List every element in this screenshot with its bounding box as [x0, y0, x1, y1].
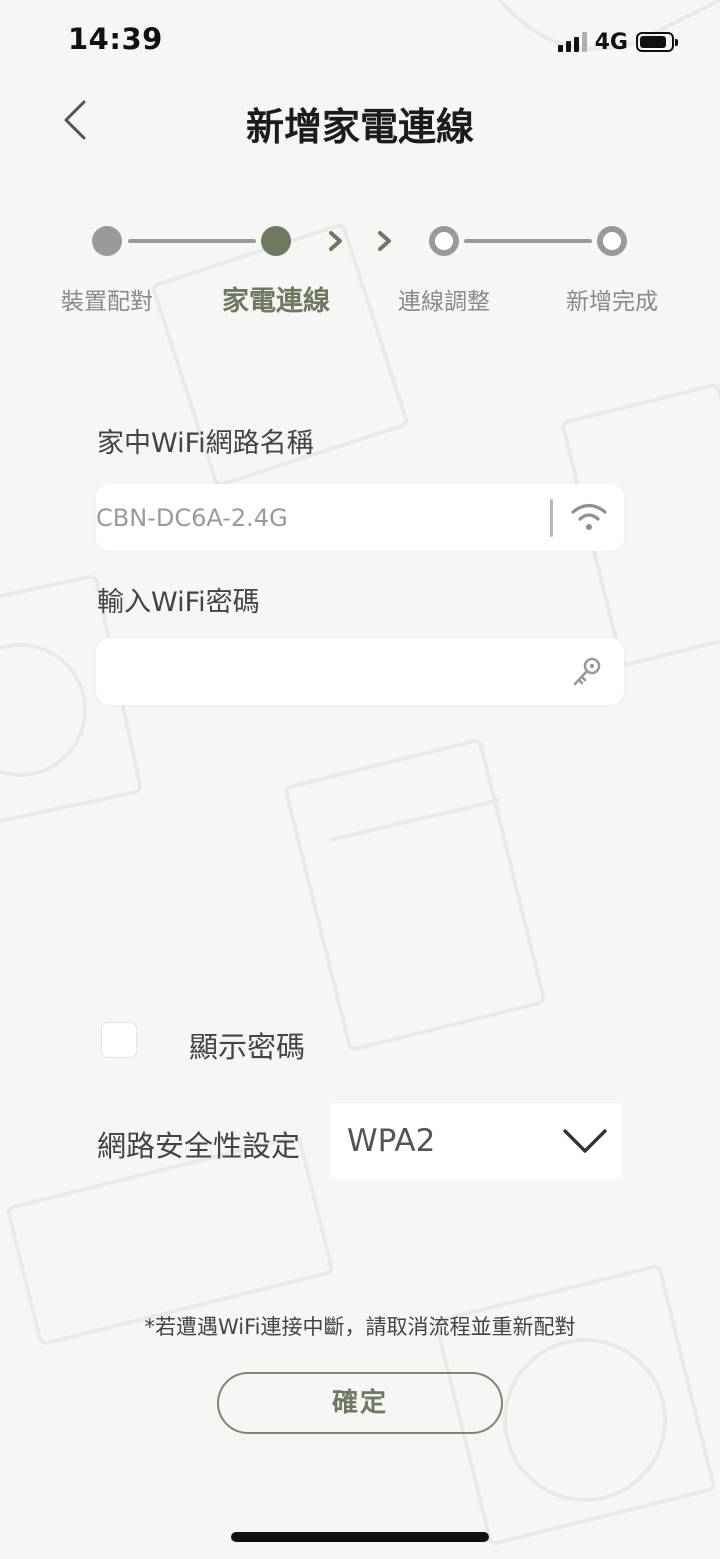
- wifi-icon[interactable]: [570, 500, 608, 534]
- show-password-label[interactable]: 顯示密碼: [189, 1024, 305, 1066]
- step-arrow-2: [378, 231, 391, 251]
- ssid-field[interactable]: CBN-DC6A-2.4G: [96, 484, 624, 551]
- reconnect-note: *若遭遇WiFi連接中斷，請取消流程並重新配對: [144, 1315, 576, 1339]
- progress-stepper: [92, 226, 627, 256]
- ssid-label: 家中WiFi網路名稱: [97, 428, 314, 459]
- show-password-checkbox[interactable]: [101, 1022, 137, 1058]
- ssid-value: CBN-DC6A-2.4G: [96, 504, 288, 532]
- security-value: WPA2: [347, 1123, 436, 1159]
- page-title: 新增家電連線: [245, 105, 474, 149]
- status-indicators: 4G: [557, 28, 678, 56]
- status-time: 14:39: [68, 22, 163, 56]
- field-divider: [550, 499, 553, 537]
- step-dot-4: [597, 226, 627, 256]
- password-field[interactable]: [96, 638, 624, 705]
- step-label-complete: 新增完成: [566, 289, 658, 315]
- step-dot-3: [429, 226, 459, 256]
- battery-icon: [636, 32, 678, 52]
- confirm-button[interactable]: 確定: [217, 1372, 503, 1434]
- step-arrow-1: [329, 231, 342, 251]
- step-label-pair: 裝置配對: [61, 289, 153, 315]
- chevron-down-icon[interactable]: [562, 1127, 608, 1155]
- key-icon: [573, 657, 601, 686]
- step-label-adjust: 連線調整: [398, 289, 490, 315]
- password-input[interactable]: [114, 650, 558, 696]
- step-dot-2: [261, 226, 291, 256]
- step-label-connect: 家電連線: [222, 286, 330, 317]
- security-label: 網路安全性設定: [97, 1129, 301, 1163]
- password-label: 輸入WiFi密碼: [97, 587, 260, 618]
- security-select[interactable]: WPA2: [330, 1103, 622, 1179]
- step-dot-1: [92, 226, 122, 256]
- signal-strength-icon: [557, 32, 587, 52]
- network-type: 4G: [594, 29, 628, 55]
- home-indicator[interactable]: [231, 1532, 489, 1542]
